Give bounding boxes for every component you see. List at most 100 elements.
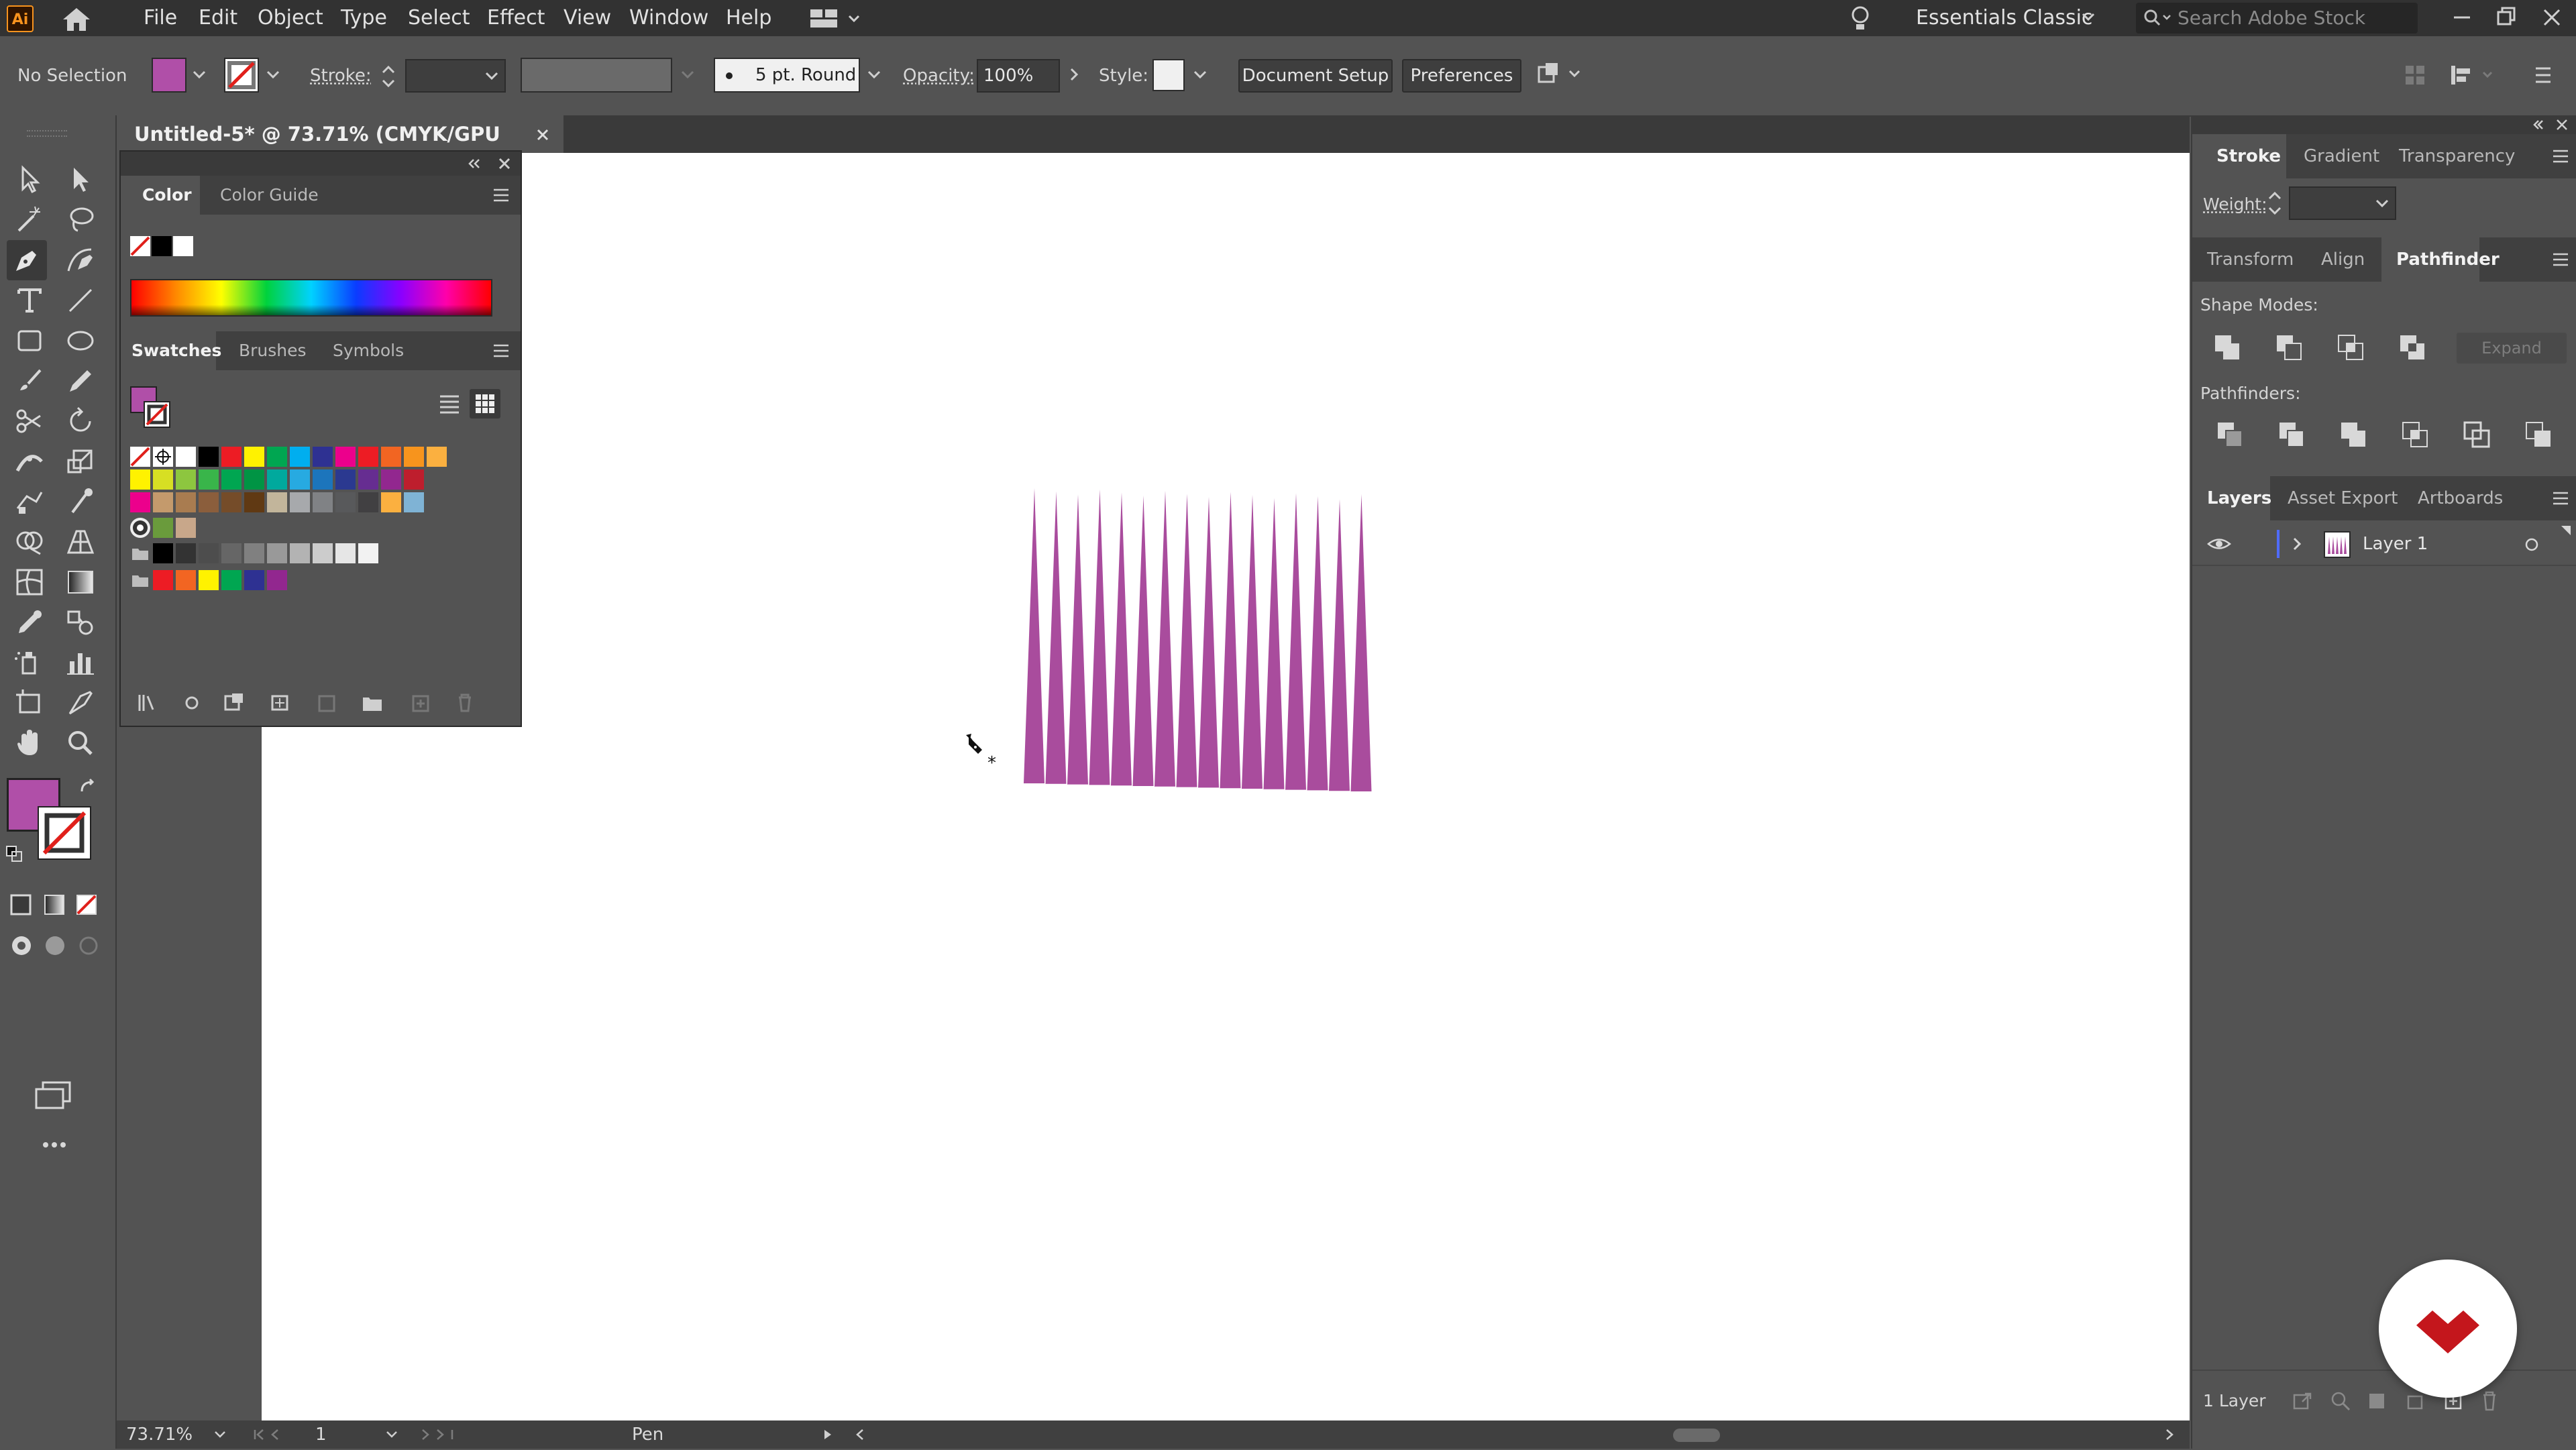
document-tab[interactable]: Untitled-5* @ 73.71% (CMYK/GPU Preview) [117, 115, 564, 183]
gradient-mode-icon[interactable] [43, 893, 66, 916]
swatch-chip[interactable] [176, 447, 196, 467]
workspace-switcher[interactable]: Essentials Classic [1916, 0, 2092, 36]
crop-icon[interactable] [2400, 420, 2431, 451]
new-color-group-icon[interactable] [270, 692, 292, 714]
stroke-weight-field[interactable] [405, 59, 506, 93]
minimize-icon[interactable] [2449, 4, 2475, 31]
tab-layers[interactable]: Layers [2207, 476, 2271, 520]
scissors-tool-icon[interactable] [9, 401, 50, 441]
scroll-left-icon[interactable] [853, 1427, 867, 1442]
home-icon[interactable] [59, 6, 94, 33]
minus-front-icon[interactable] [2274, 333, 2305, 364]
dock-titlebar[interactable] [2192, 115, 2576, 134]
swatch-chip[interactable] [244, 570, 264, 590]
none-mode-icon[interactable] [75, 893, 98, 916]
visibility-eye-icon[interactable] [2206, 534, 2233, 554]
merge-icon[interactable] [2339, 420, 2369, 451]
stroke-dropdown-chevron-icon[interactable] [264, 66, 282, 86]
artboard-dropdown-chevron-icon[interactable] [384, 1427, 400, 1442]
swatch-chip[interactable] [335, 447, 356, 467]
brush-dropdown-chevron-icon[interactable] [865, 66, 883, 86]
swatch-chip[interactable] [244, 543, 264, 563]
swatch-chip[interactable] [130, 492, 150, 512]
swatch-chip[interactable] [267, 447, 287, 467]
swatch-chip[interactable] [381, 447, 401, 467]
swatch-chip[interactable] [404, 447, 424, 467]
tab-symbols[interactable]: Symbols [333, 331, 404, 370]
spike-shape[interactable] [1285, 493, 1306, 790]
profile-dropdown-chevron-icon[interactable] [679, 66, 696, 86]
curvature-tool-icon[interactable] [60, 240, 101, 280]
tab-artboards[interactable]: Artboards [2418, 476, 2503, 520]
tab-asset-export[interactable]: Asset Export [2288, 476, 2398, 520]
swatch-chip[interactable] [176, 469, 196, 490]
horizontal-scrollbar-thumb[interactable] [1673, 1429, 1720, 1442]
swatches-panel-menu-icon[interactable] [492, 343, 510, 358]
minus-back-icon[interactable] [2524, 420, 2555, 451]
default-fill-stroke-icon[interactable] [4, 844, 24, 864]
swatch-chip[interactable] [244, 492, 264, 512]
spike-shape[interactable] [1067, 494, 1088, 785]
swatch-chip[interactable] [267, 469, 287, 490]
white-color-chip[interactable] [173, 236, 193, 256]
blend-tool-icon[interactable] [60, 602, 101, 643]
column-graph-tool-icon[interactable] [60, 643, 101, 683]
intersect-icon[interactable] [2336, 333, 2367, 364]
tab-brushes[interactable]: Brushes [239, 331, 307, 370]
swatch-chip[interactable] [153, 469, 173, 490]
shape-builder-tool-icon[interactable] [9, 522, 50, 562]
brush-definition[interactable]: 5 pt. Round [714, 58, 860, 93]
chevron-down-icon[interactable] [2080, 8, 2097, 30]
tab-pathfinder[interactable]: Pathfinder [2396, 237, 2500, 282]
swatch-chip[interactable] [313, 447, 333, 467]
menu-effect[interactable]: Effect [487, 0, 545, 36]
weight-field[interactable] [2289, 186, 2396, 220]
swatch-stroke-indicator[interactable] [144, 401, 170, 428]
trim-icon[interactable] [2277, 420, 2308, 451]
rectangle-tool-icon[interactable] [9, 321, 50, 361]
swatch-chip[interactable] [335, 469, 356, 490]
preferences-button[interactable]: Preferences [1402, 59, 1521, 93]
screen-mode-icon[interactable] [32, 1078, 75, 1112]
swatch-chip[interactable] [221, 492, 241, 512]
swatch-chip[interactable] [358, 492, 378, 512]
eyedropper-tool-icon[interactable] [9, 602, 50, 643]
opacity-label[interactable]: Opacity: [903, 59, 975, 93]
control-bar-menu-icon[interactable] [2529, 62, 2556, 89]
swatch-chip[interactable] [199, 492, 219, 512]
fill-swatch[interactable] [152, 58, 186, 93]
scroll-right-icon[interactable] [2163, 1427, 2176, 1442]
swatch-chip[interactable] [267, 543, 287, 563]
tab-color-guide[interactable]: Color Guide [220, 176, 319, 215]
swatch-chip[interactable] [381, 492, 401, 512]
toolbar-grip[interactable] [27, 130, 67, 137]
grid-view-icon[interactable] [470, 389, 500, 419]
hand-tool-icon[interactable] [9, 723, 50, 763]
swatch-chip[interactable] [199, 447, 219, 467]
swap-fill-stroke-icon[interactable] [78, 777, 98, 797]
swatch-pattern-leaves[interactable] [153, 518, 173, 538]
tab-gradient[interactable]: Gradient [2304, 134, 2379, 178]
swatch-chip[interactable] [335, 492, 356, 512]
magic-wand-tool-icon[interactable] [9, 200, 50, 240]
tab-align[interactable]: Align [2321, 237, 2365, 282]
menu-type[interactable]: Type [341, 0, 387, 36]
swatch-chip[interactable] [221, 469, 241, 490]
swatch-chip[interactable] [199, 570, 219, 590]
menu-window[interactable]: Window [629, 0, 708, 36]
swatch-chip[interactable] [404, 469, 424, 490]
close-dock-icon[interactable] [2555, 118, 2569, 131]
swatch-chip[interactable] [290, 447, 310, 467]
ellipse-tool-icon[interactable] [60, 321, 101, 361]
swatch-chip[interactable] [153, 570, 173, 590]
spike-shape[interactable] [1024, 488, 1044, 783]
close-window-icon[interactable] [2538, 4, 2565, 31]
artboard-tool-icon[interactable] [9, 683, 50, 723]
show-kinds-icon[interactable] [182, 692, 203, 714]
direct-selection-tool-icon[interactable] [60, 160, 101, 200]
folder-icon[interactable] [130, 543, 150, 563]
exclude-icon[interactable] [2398, 333, 2428, 364]
layer-name[interactable]: Layer 1 [2363, 523, 2428, 565]
spike-artwork[interactable] [1006, 480, 1382, 795]
swatch-chip[interactable] [358, 543, 378, 563]
